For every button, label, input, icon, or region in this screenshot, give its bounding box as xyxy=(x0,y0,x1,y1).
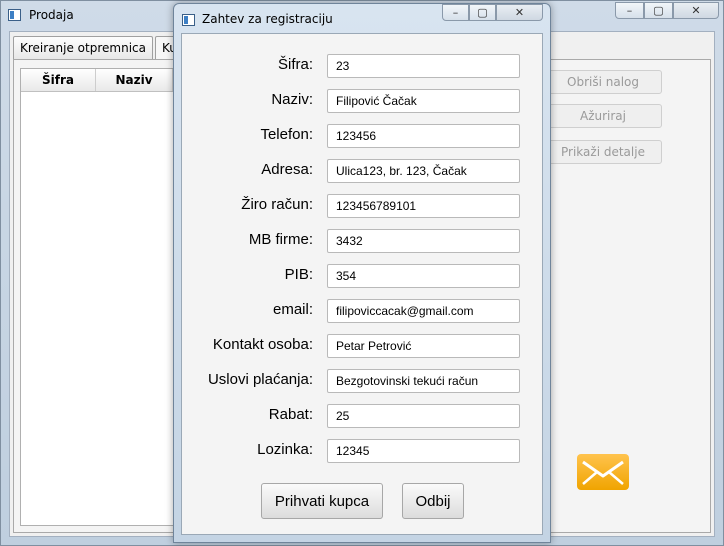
dialog-close-button[interactable]: ✕ xyxy=(496,4,543,21)
kontakt-osoba-field[interactable] xyxy=(327,334,520,358)
dialog-title: Zahtev za registraciju xyxy=(202,12,333,26)
table-header: Šifra Naziv xyxy=(21,69,191,92)
app-icon xyxy=(8,9,21,21)
pib-field[interactable] xyxy=(327,264,520,288)
form-row-mb-firme: MB firme: xyxy=(182,229,542,253)
accept-customer-button[interactable]: Prihvati kupca xyxy=(261,483,383,519)
minimize-button[interactable]: – xyxy=(615,2,644,19)
column-header-sifra[interactable]: Šifra xyxy=(21,69,96,91)
form-row-pib: PIB: xyxy=(182,264,542,288)
tab-kreiranje-otpremnica[interactable]: Kreiranje otpremnica xyxy=(13,36,153,60)
form-row-lozinka: Lozinka: xyxy=(182,439,542,463)
envelope-icon[interactable] xyxy=(577,454,629,490)
maximize-button[interactable]: ▢ xyxy=(644,2,673,19)
dialog-window-controls: – ▢ ✕ xyxy=(442,4,543,22)
show-details-button[interactable]: Prikaži detalje xyxy=(544,140,662,164)
form-row-sifra: Šifra: xyxy=(182,54,542,78)
telefon-field[interactable] xyxy=(327,124,520,148)
form-row-email: email: xyxy=(182,299,542,323)
mb-firme-field[interactable] xyxy=(327,229,520,253)
form-row-adresa: Adresa: xyxy=(182,159,542,183)
kupci-table[interactable]: Šifra Naziv xyxy=(20,68,192,526)
label-telefon: Telefon: xyxy=(260,126,313,143)
rabat-field[interactable] xyxy=(327,404,520,428)
label-uslovi-placanja: Uslovi plaćanja: xyxy=(207,371,313,388)
ziro-racun-field[interactable] xyxy=(327,194,520,218)
form-row-kontakt-osoba: Kontakt osoba: xyxy=(182,334,542,358)
label-naziv: Naziv: xyxy=(271,91,313,108)
form-row-telefon: Telefon: xyxy=(182,124,542,148)
label-kontakt-osoba: Kontakt osoba: xyxy=(212,336,313,353)
main-window-title: Prodaja xyxy=(29,8,74,22)
label-lozinka: Lozinka: xyxy=(257,441,313,458)
uslovi-placanja-field[interactable] xyxy=(327,369,520,393)
dialog-minimize-button[interactable]: – xyxy=(442,4,469,21)
naziv-field[interactable] xyxy=(327,89,520,113)
dialog-body: Šifra: Naziv: Telefon: Adresa: Žiro raču… xyxy=(181,33,543,535)
dialog-app-icon xyxy=(182,14,195,26)
reject-button[interactable]: Odbij xyxy=(402,483,464,519)
label-adresa: Adresa: xyxy=(261,161,313,178)
form-row-rabat: Rabat: xyxy=(182,404,542,428)
delete-order-button[interactable]: Obriši nalog xyxy=(544,70,662,94)
label-email: email: xyxy=(272,301,313,318)
label-rabat: Rabat: xyxy=(268,406,313,423)
label-ziro-racun: Žiro račun: xyxy=(241,196,313,213)
update-button[interactable]: Ažuriraj xyxy=(544,104,662,128)
form-row-uslovi-placanja: Uslovi plaćanja: xyxy=(182,369,542,393)
close-button[interactable]: ✕ xyxy=(673,2,719,19)
label-pib: PIB: xyxy=(284,266,313,283)
email-field[interactable] xyxy=(327,299,520,323)
registration-dialog: Zahtev za registraciju – ▢ ✕ Šifra: Nazi… xyxy=(173,3,551,543)
form-row-ziro-racun: Žiro račun: xyxy=(182,194,542,218)
main-window-controls: – ▢ ✕ xyxy=(615,2,719,20)
dialog-maximize-button[interactable]: ▢ xyxy=(469,4,496,21)
lozinka-field[interactable] xyxy=(327,439,520,463)
label-sifra: Šifra: xyxy=(277,56,313,73)
adresa-field[interactable] xyxy=(327,159,520,183)
label-mb-firme: MB firme: xyxy=(248,231,313,248)
sifra-field[interactable] xyxy=(327,54,520,78)
column-header-naziv[interactable]: Naziv xyxy=(96,69,173,91)
form-row-naziv: Naziv: xyxy=(182,89,542,113)
